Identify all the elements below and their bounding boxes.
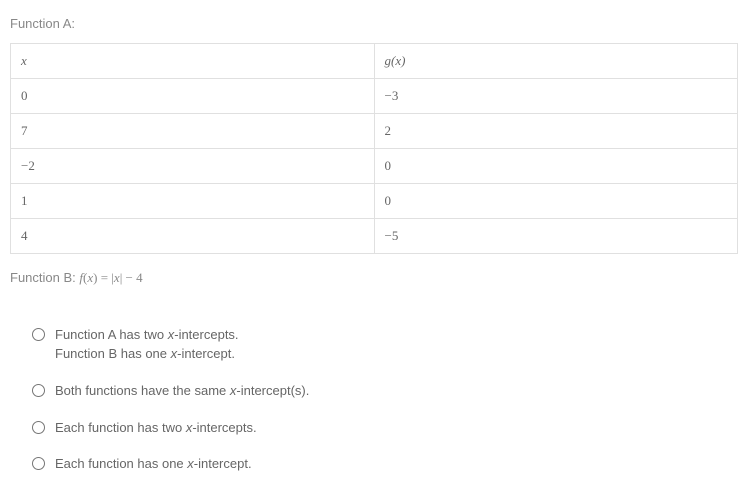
gx-pc: ) [401,53,405,68]
func-b-prefix: Function B: [10,270,79,285]
option-3[interactable]: Each function has two x-intercepts. [32,419,738,438]
opt1-l2-post: -intercept. [177,346,235,361]
cell-x: 7 [11,114,375,149]
cell-x: 0 [11,79,375,114]
option-2-text: Both functions have the same x-intercept… [55,382,309,401]
cell-gx-val: −3 [385,88,399,103]
function-a-label: Function A: [10,16,738,31]
cell-x: 4 [11,219,375,254]
opt4-pre: Each function has one [55,456,187,471]
table-row: 4 −5 [11,219,738,254]
option-1-radio[interactable] [32,328,45,341]
cell-gx: −5 [374,219,738,254]
option-2-radio[interactable] [32,384,45,397]
table-row: 0 −3 [11,79,738,114]
option-4-text: Each function has one x-intercept. [55,455,252,474]
function-b-label: Function B: f(x) = |x| − 4 [10,270,738,286]
cell-gx-val: −5 [385,228,399,243]
opt2-post: -intercept(s). [236,383,309,398]
opt3-post: -intercepts. [192,420,256,435]
col-header-x: x [11,44,375,79]
cell-gx: 2 [374,114,738,149]
option-1-text: Function A has two x-intercepts. Functio… [55,326,239,364]
cell-gx: 0 [374,149,738,184]
cell-gx-val: 2 [385,123,392,138]
answer-options: Function A has two x-intercepts. Functio… [32,326,738,474]
opt1-l1-pre: Function A has two [55,327,168,342]
option-4[interactable]: Each function has one x-intercept. [32,455,738,474]
cell-x: −2 [11,149,375,184]
header-x-text: x [21,53,27,68]
col-header-gx: g(x) [374,44,738,79]
cell-gx: −3 [374,79,738,114]
option-3-text: Each function has two x-intercepts. [55,419,257,438]
func-b-tail: | − 4 [120,270,143,285]
table-row: −2 0 [11,149,738,184]
cell-x-val: 0 [21,88,28,103]
option-4-radio[interactable] [32,457,45,470]
cell-x: 1 [11,184,375,219]
option-2[interactable]: Both functions have the same x-intercept… [32,382,738,401]
opt2-pre: Both functions have the same [55,383,230,398]
cell-gx: 0 [374,184,738,219]
cell-x-val: 4 [21,228,28,243]
cell-x-val: 7 [21,123,28,138]
table-row: 1 0 [11,184,738,219]
opt1-l2-pre: Function B has one [55,346,171,361]
opt4-post: -intercept. [194,456,252,471]
option-1[interactable]: Function A has two x-intercepts. Functio… [32,326,738,364]
cell-x-val: 1 [21,193,28,208]
cell-gx-val: 0 [385,193,392,208]
table-header-row: x g(x) [11,44,738,79]
table-row: 7 2 [11,114,738,149]
opt1-l1-post: -intercepts. [174,327,238,342]
function-a-table: x g(x) 0 −3 7 2 −2 0 1 0 4 −5 [10,43,738,254]
func-b-eq: = | [97,270,113,285]
option-3-radio[interactable] [32,421,45,434]
opt3-pre: Each function has two [55,420,186,435]
cell-x-val: −2 [21,158,35,173]
cell-gx-val: 0 [385,158,392,173]
